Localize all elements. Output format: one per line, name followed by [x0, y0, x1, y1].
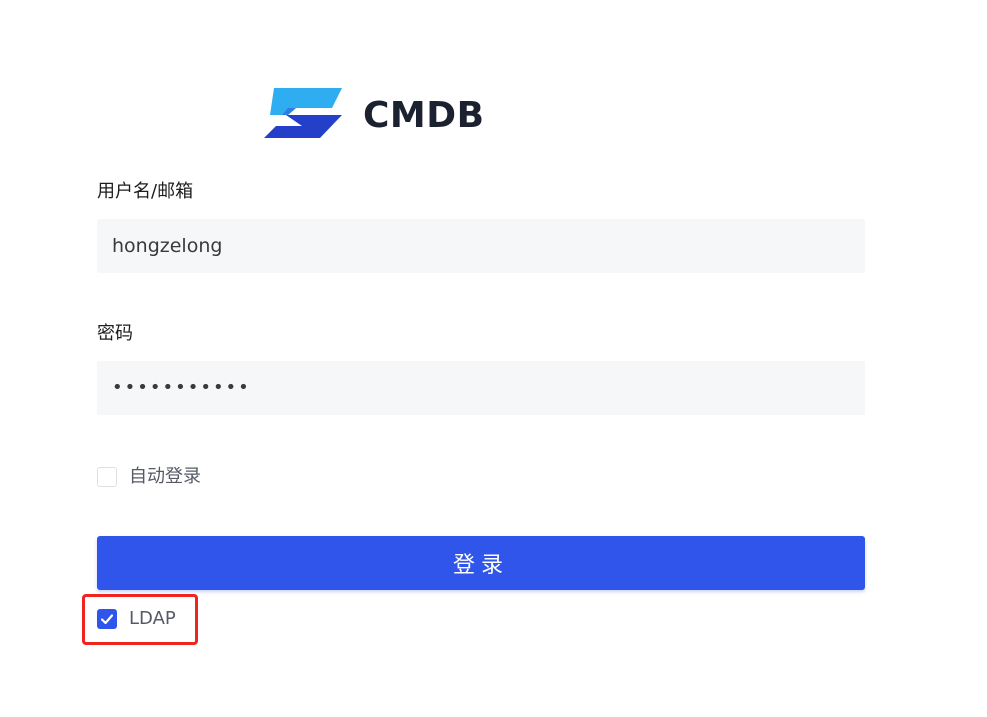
- auto-login-label: 自动登录: [129, 466, 201, 487]
- password-input[interactable]: •••••••••••: [97, 361, 865, 415]
- cmdb-logo-icon: [264, 88, 342, 138]
- username-label: 用户名/邮箱: [97, 181, 194, 202]
- auto-login-checkbox[interactable]: [97, 467, 117, 487]
- username-input[interactable]: [97, 219, 865, 273]
- login-button[interactable]: 登录: [97, 536, 865, 590]
- brand-name: CMDB: [363, 95, 485, 136]
- password-label: 密码: [97, 323, 133, 344]
- ldap-highlight-box: [82, 594, 198, 645]
- login-page: CMDB 用户名/邮箱 密码 ••••••••••• 自动登录 登录 LDAP: [0, 0, 987, 717]
